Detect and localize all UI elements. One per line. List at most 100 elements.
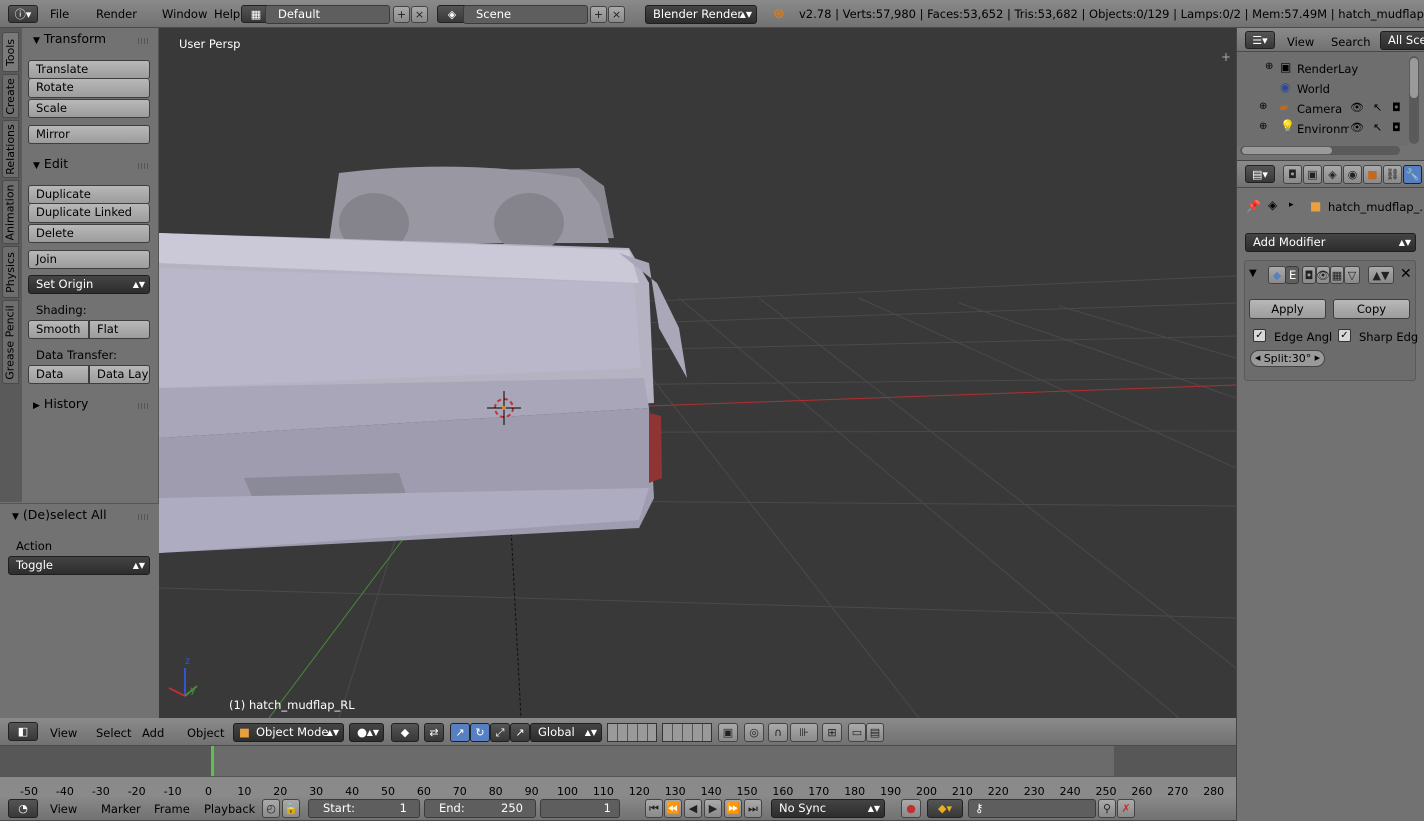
visibility-eye-icon[interactable]: 👁: [1350, 101, 1364, 114]
tab-physics[interactable]: Physics: [2, 246, 19, 298]
modifier-name-field[interactable]: E: [1285, 266, 1299, 284]
panel-grip-icon[interactable]: [138, 38, 150, 44]
modifier-editmode-icon[interactable]: ▦: [1330, 266, 1344, 284]
mirror-button[interactable]: Mirror: [28, 125, 150, 144]
timeline-menu-view[interactable]: View: [50, 801, 77, 817]
add-layout-button[interactable]: +: [393, 6, 410, 23]
smooth-shading-button[interactable]: Smooth: [28, 320, 89, 339]
selectable-cursor-icon[interactable]: ↖: [1373, 101, 1382, 114]
object-mode-dropdown[interactable]: ■ Object Mode ▲▼: [233, 723, 344, 742]
selectable-cursor-icon[interactable]: ↖: [1373, 121, 1382, 134]
transform-panel-header[interactable]: ▼ Transform: [33, 31, 106, 46]
viewport-shading-dropdown[interactable]: ● ▲▼: [349, 723, 384, 742]
timeline-menu-frame[interactable]: Frame: [154, 801, 190, 817]
delete-button[interactable]: Delete: [28, 224, 150, 243]
scrollbar-thumb[interactable]: [1410, 58, 1418, 98]
outliner-list[interactable]: ⊕ ▣ RenderLay ◉ World ⊕ ▰ Camera 👁 ↖ ◘ ⊕ 💡 Environ…: [1237, 52, 1409, 146]
flat-shading-button[interactable]: Flat: [89, 320, 150, 339]
snap-toggle-icon[interactable]: ∩: [768, 723, 788, 742]
decrement-arrow-icon[interactable]: ◀: [1255, 351, 1260, 366]
record-icon[interactable]: ●: [901, 799, 921, 818]
pin-icon[interactable]: 📌: [1246, 199, 1261, 213]
scale-button[interactable]: Scale: [28, 99, 150, 118]
delete-keyframe-icon[interactable]: ✗: [1117, 799, 1135, 818]
sharp-edges-checkbox[interactable]: ✓: [1338, 329, 1351, 342]
outliner-row-environment[interactable]: ⊕ 💡Environme👁 ↖ ◘: [1237, 119, 1407, 139]
active-keying-set-field[interactable]: ⚷: [968, 799, 1096, 818]
expand-icon[interactable]: ⊕: [1259, 101, 1267, 112]
copy-modifier-button[interactable]: Copy: [1333, 299, 1410, 319]
join-button[interactable]: Join: [28, 250, 150, 269]
scale-manipulator-icon[interactable]: ⤢: [490, 723, 510, 742]
data-transfer-button[interactable]: Data: [28, 365, 89, 384]
outliner-row-camera[interactable]: ⊕ ▰ Camera 👁 ↖ ◘: [1237, 99, 1407, 119]
render-tab-icon[interactable]: ◘: [1283, 165, 1302, 184]
snap-target-icon[interactable]: ⊞: [822, 723, 842, 742]
set-origin-dropdown[interactable]: Set Origin ▲▼: [28, 275, 150, 294]
modifier-cage-icon[interactable]: ▽: [1344, 266, 1360, 284]
timeline-editor-type-button[interactable]: ◔: [8, 799, 38, 818]
apply-modifier-button[interactable]: Apply: [1249, 299, 1326, 319]
operator-panel-header[interactable]: ▼ (De)select All: [12, 507, 107, 522]
object-tab-icon[interactable]: ■: [1363, 165, 1382, 184]
proportional-edit-icon[interactable]: ◎: [744, 723, 764, 742]
opengl-animation-icon[interactable]: ▤: [866, 723, 884, 742]
lock-time-icon[interactable]: 🔒: [282, 799, 300, 818]
car-model[interactable]: [159, 166, 687, 553]
snap-element-icon[interactable]: ⊪: [790, 723, 818, 742]
scene-selector[interactable]: Scene: [463, 5, 588, 24]
render-camera-icon[interactable]: ◘: [1392, 101, 1401, 114]
duplicate-linked-button[interactable]: Duplicate Linked: [28, 204, 150, 223]
outliner-vertical-scrollbar[interactable]: [1409, 56, 1419, 144]
render-engine-dropdown[interactable]: Blender Render ▲▼: [645, 5, 757, 24]
outliner-editor-type-button[interactable]: ☰▾: [1245, 31, 1275, 49]
3d-viewport[interactable]: User Persp z y (1) hatch_mudflap_RL +: [159, 28, 1236, 718]
manipulator-toggle-icon[interactable]: ⇄: [424, 723, 444, 742]
world-tab-icon[interactable]: ◉: [1343, 165, 1362, 184]
translate-manipulator-icon[interactable]: ↗: [450, 723, 470, 742]
panel-grip-icon[interactable]: [138, 163, 150, 169]
start-frame-field[interactable]: Start: 1: [308, 799, 420, 818]
outliner-row-world[interactable]: ◉ World: [1237, 79, 1407, 99]
prev-keyframe-icon[interactable]: ⏪: [664, 799, 682, 818]
scene-tab-icon[interactable]: ◈: [1323, 165, 1342, 184]
top-menu-window[interactable]: Window: [162, 6, 207, 22]
top-menu-help[interactable]: Help: [214, 6, 240, 22]
top-menu-render[interactable]: Render: [96, 6, 137, 22]
properties-context-tabs[interactable]: ◘ ▣ ◈ ◉ ■ ⛓ 🔧: [1283, 165, 1424, 184]
end-frame-field[interactable]: End: 250: [424, 799, 536, 818]
remove-scene-button[interactable]: ×: [608, 6, 625, 23]
tab-create[interactable]: Create: [2, 74, 19, 118]
render-layers-tab-icon[interactable]: ▣: [1303, 165, 1322, 184]
add-modifier-dropdown[interactable]: Add Modifier ▲▼: [1245, 233, 1416, 252]
history-panel-header[interactable]: ▶ History: [33, 396, 88, 411]
tab-relations[interactable]: Relations: [2, 120, 19, 178]
lock-layers-icon[interactable]: ▣: [718, 723, 738, 742]
keying-set-dropdown[interactable]: ◆▾: [927, 799, 963, 818]
timeline-menu-playback[interactable]: Playback: [204, 801, 255, 817]
add-scene-button[interactable]: +: [590, 6, 607, 23]
outliner-horizontal-scrollbar[interactable]: [1240, 146, 1400, 155]
modifier-remove-icon[interactable]: ✕: [1400, 266, 1412, 282]
manipulator-settings-icon[interactable]: ↗: [510, 723, 530, 742]
jump-end-icon[interactable]: ⏭: [744, 799, 762, 818]
outliner-row-renderlayers[interactable]: ⊕ ▣ RenderLay: [1237, 59, 1407, 79]
modifier-viewport-icon[interactable]: 👁: [1316, 266, 1330, 284]
opengl-render-icon[interactable]: ▭: [848, 723, 866, 742]
transform-orientation-dropdown[interactable]: Global ▲▼: [530, 723, 602, 742]
layer-buttons-b[interactable]: [662, 723, 712, 742]
timeline-menu-marker[interactable]: Marker: [101, 801, 141, 817]
layout-selector[interactable]: Default: [265, 5, 390, 24]
modifiers-tab-icon[interactable]: 🔧: [1403, 165, 1422, 184]
layer-buttons-a[interactable]: [607, 723, 657, 742]
timeline-ruler[interactable]: [0, 776, 1236, 796]
rotate-manipulator-icon[interactable]: ↻: [470, 723, 490, 742]
current-frame-field[interactable]: 1: [540, 799, 620, 818]
edit-panel-header[interactable]: ▼ Edit: [33, 156, 68, 171]
modifier-render-icon[interactable]: ◘: [1302, 266, 1316, 284]
duplicate-button[interactable]: Duplicate: [28, 185, 150, 204]
properties-editor-type-button[interactable]: ▤▾: [1245, 165, 1275, 183]
modifier-collapse-icon[interactable]: ▼: [1249, 268, 1257, 279]
panel-grip-icon[interactable]: [138, 514, 150, 520]
modifier-move-up-down-icon[interactable]: ▲▼: [1368, 266, 1394, 284]
